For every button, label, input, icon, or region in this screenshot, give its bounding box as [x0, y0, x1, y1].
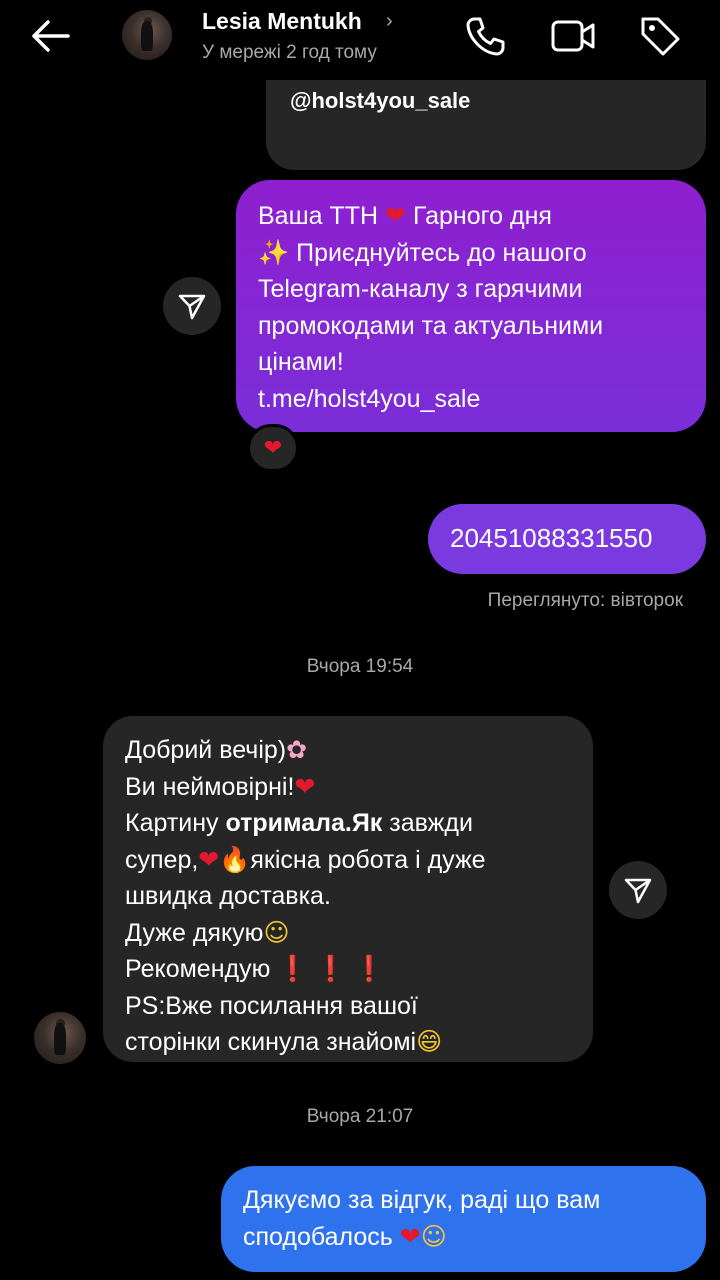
fire-emoji: 🔥 — [219, 844, 251, 874]
previous-message-text: @holst4you_sale — [290, 88, 471, 113]
chat-header: Lesia Mentukh › У мережі 2 год тому — [0, 0, 720, 80]
message-text: Дякуємо за відгук, раді що вам — [243, 1186, 601, 1214]
message-text: сподобалось — [243, 1222, 393, 1251]
contact-name[interactable]: Lesia Mentukh — [202, 8, 362, 35]
message-text-bold: отримала.Як — [225, 809, 383, 837]
chat-screen: Lesia Mentukh › У мережі 2 год тому @hol… — [0, 0, 720, 1280]
sparkles-emoji: ✨ — [258, 237, 290, 267]
outgoing-message-number[interactable]: 20451088331550 — [428, 504, 706, 574]
tracking-number: 20451088331550 — [450, 523, 653, 553]
share-button[interactable] — [163, 277, 221, 335]
phone-icon — [466, 17, 505, 56]
exclamation-emoji: ❗ — [277, 954, 309, 983]
message-text: промокодами та актуальними — [258, 311, 604, 340]
message-text: Картину — [125, 809, 219, 837]
blossom-emoji: ✿ — [286, 735, 308, 764]
outgoing-message-thanks[interactable]: Дякуємо за відгук, раді що вам сподобало… — [221, 1166, 706, 1272]
tag-icon — [641, 17, 680, 56]
message-text: PS:Вже посилання вашої — [125, 991, 418, 1020]
heart-emoji: ❤ — [294, 771, 316, 801]
heart-emoji: ❤ — [399, 1221, 421, 1251]
telegram-link[interactable]: t.me/holst4you_sale — [258, 381, 684, 418]
previous-message[interactable]: @holst4you_sale — [266, 70, 706, 170]
message-text: Ваша ТТН — [258, 202, 379, 230]
contact-status: У мережі 2 год тому — [202, 42, 377, 63]
heart-reaction[interactable]: ❤ — [247, 424, 299, 472]
smiling-face-emoji: ☺ — [420, 1221, 447, 1251]
grinning-face-emoji: 😄 — [416, 1027, 443, 1056]
seen-status: Переглянуто: вівторок — [487, 590, 683, 611]
contact-avatar[interactable] — [122, 10, 172, 60]
message-text: супер, — [125, 845, 199, 874]
chevron-right-icon[interactable]: › — [386, 10, 393, 33]
back-button[interactable] — [22, 12, 78, 60]
message-text: Дуже дякую — [125, 918, 264, 947]
label-button[interactable] — [636, 12, 684, 60]
video-call-button[interactable] — [549, 12, 597, 60]
message-text: Гарного дня — [412, 202, 552, 230]
timestamp: Вчора 21:07 — [306, 1106, 414, 1127]
message-text: Добрий вечір) — [125, 736, 287, 764]
video-camera-icon — [551, 20, 595, 52]
message-text: Ви неймовірні! — [125, 772, 295, 801]
outgoing-message-tth[interactable]: Ваша ТТН ❤ Гарного дня ✨ Приєднуйтесь до… — [236, 180, 706, 432]
back-arrow-icon — [32, 20, 70, 52]
message-text: завжди — [389, 809, 473, 837]
message-text: якісна робота і дуже — [250, 845, 486, 874]
message-text: сторінки скинула знайомі — [125, 1028, 417, 1056]
sender-avatar[interactable] — [34, 1012, 86, 1064]
heart-emoji: ❤ — [385, 201, 406, 230]
smiling-face-emoji: ☺ — [263, 917, 290, 947]
send-icon — [624, 878, 652, 904]
share-button[interactable] — [609, 861, 667, 919]
send-icon — [178, 294, 206, 320]
message-text: Telegram-каналу з гарячими — [258, 275, 583, 303]
exclamation-emoji: ❗ — [315, 954, 347, 983]
message-text: Приєднуйтесь до нашого — [296, 238, 587, 267]
message-text: швидка доставка. — [125, 882, 331, 910]
heart-emoji: ❤ — [198, 844, 220, 874]
exclamation-emoji: ❗ — [353, 954, 385, 983]
message-text: цінами! — [258, 348, 344, 376]
incoming-message-review[interactable]: Добрий вечір)✿ Ви неймовірні!❤ Картину о… — [103, 716, 593, 1062]
message-text: Рекомендую — [125, 955, 271, 983]
call-button[interactable] — [462, 12, 510, 60]
timestamp: Вчора 19:54 — [306, 656, 414, 677]
